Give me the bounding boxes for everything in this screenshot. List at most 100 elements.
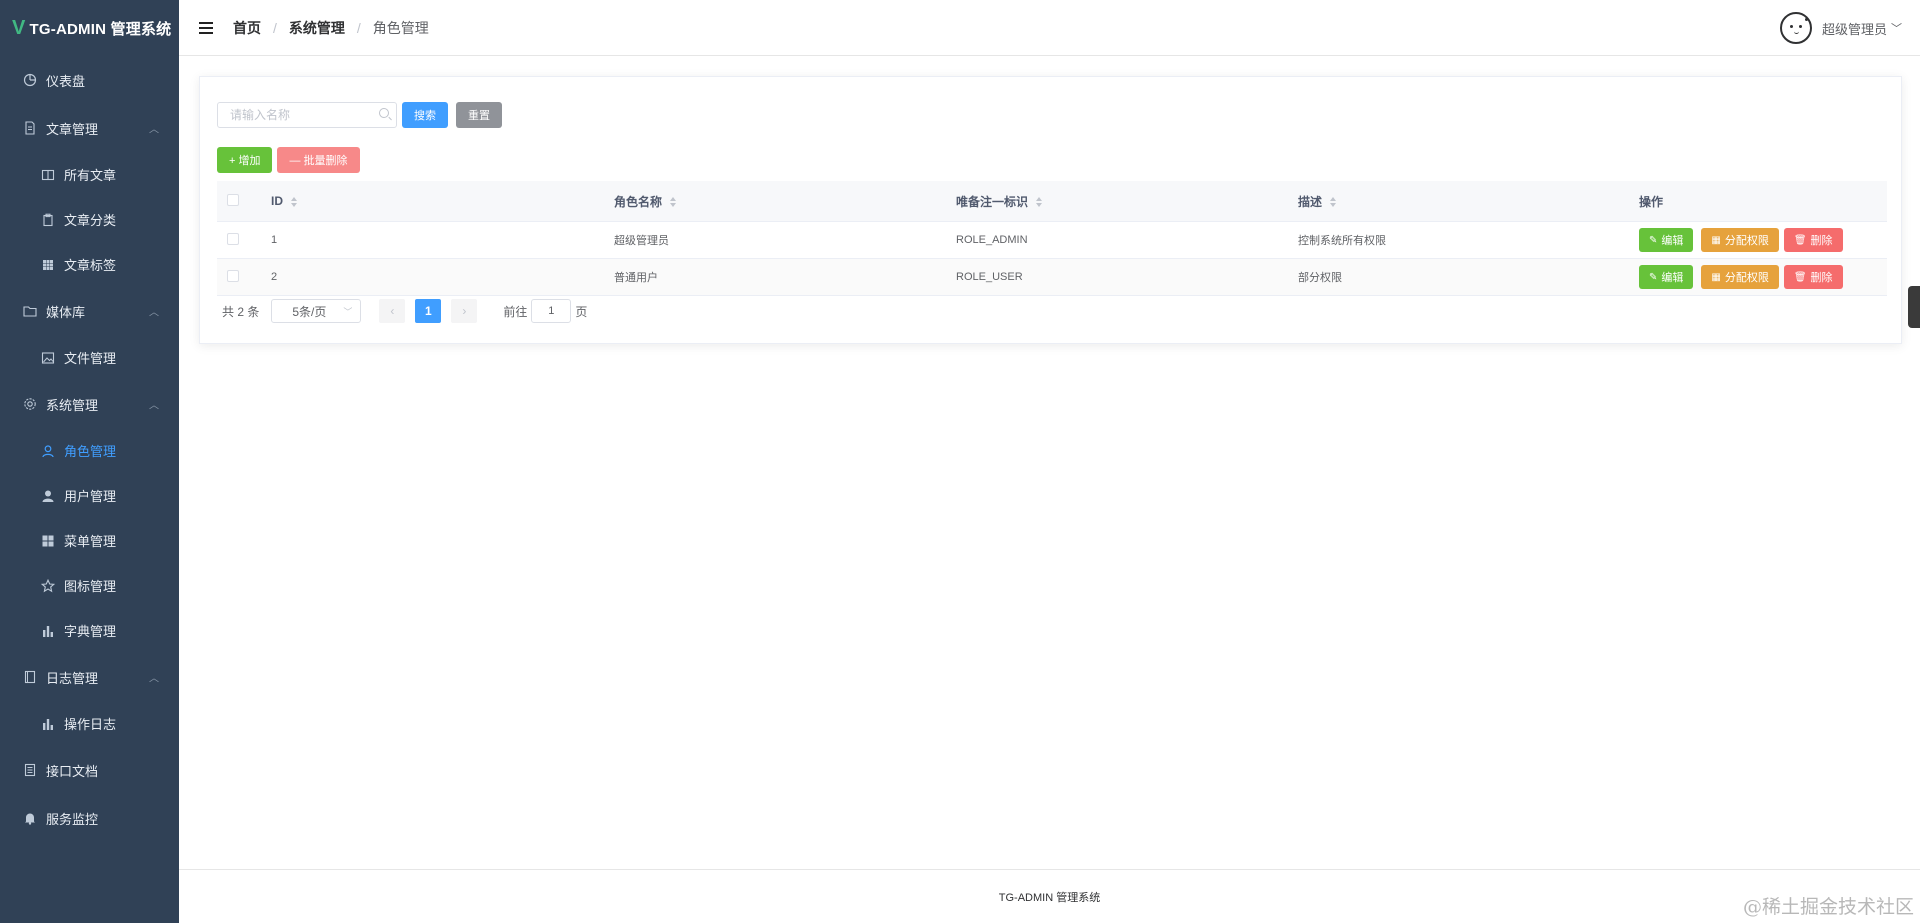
sidebar-item-label: 角色管理: [64, 444, 117, 459]
sidebar-item-label: 仪表盘: [46, 73, 86, 89]
clipboard-icon: [40, 212, 56, 228]
edit-button[interactable]: ✎ 编辑: [1639, 228, 1694, 252]
delete-button[interactable]: 🗑 删除: [1783, 228, 1843, 252]
sidebar-item-dictionary[interactable]: 字典管理: [0, 608, 179, 653]
sidebar: V TG-ADMIN 管理系统 仪表盘 文章管理 ︿ 所有文章 文章分类 文章标…: [0, 0, 179, 923]
chevron-down-icon: ﹀: [343, 307, 353, 317]
next-page-button[interactable]: ›: [451, 299, 478, 323]
sidebar-item-label: 菜单管理: [64, 534, 117, 549]
footer: TG-ADMIN 管理系统: [179, 869, 1920, 923]
sort-icon[interactable]: [1036, 197, 1043, 208]
action-bar: + 增加 — 批量删除: [217, 147, 360, 173]
sidebar-item-files[interactable]: 文件管理: [0, 335, 179, 380]
sidebar-item-logs[interactable]: 日志管理 ︿: [0, 653, 179, 701]
breadcrumb-system[interactable]: 系统管理: [289, 18, 345, 38]
sidebar-item-label: 文章分类: [64, 213, 117, 228]
sidebar-item-label: 操作日志: [64, 717, 117, 732]
folder-icon: [22, 303, 38, 319]
goto-page-input[interactable]: [531, 299, 572, 323]
sidebar-item-label: 媒体库: [46, 304, 86, 320]
dashboard-icon: [22, 72, 38, 88]
assign-permission-button[interactable]: ▦ 分配权限: [1701, 265, 1779, 289]
app-title: TG-ADMIN 管理系统: [29, 20, 172, 38]
breadcrumb-home[interactable]: 首页: [233, 18, 261, 38]
goto-suffix: 页: [575, 304, 588, 319]
edit-button[interactable]: ✎ 编辑: [1639, 265, 1694, 289]
hamburger-icon[interactable]: [199, 21, 213, 34]
chevron-up-icon: ︿: [149, 307, 159, 319]
chevron-up-icon: ︿: [149, 124, 159, 136]
column-header-ops: 操作: [1639, 194, 1664, 209]
sidebar-item-monitor[interactable]: 服务监控: [0, 794, 179, 842]
trash-icon: 🗑: [1793, 234, 1807, 246]
footer-text: TG-ADMIN 管理系统: [998, 891, 1101, 904]
cell-ops: ✎ 编辑 ▦ 分配权限 🗑 删除: [1639, 265, 1887, 289]
page-number-button[interactable]: 1: [415, 299, 442, 323]
sidebar-item-label: 用户管理: [64, 489, 117, 504]
sidebar-item-label: 所有文章: [64, 168, 117, 183]
search-button[interactable]: 搜索: [402, 102, 448, 128]
edit-icon: ✎: [1649, 234, 1658, 246]
menu-icon: ▦: [1711, 234, 1721, 246]
sidebar-item-media[interactable]: 媒体库 ︿: [0, 287, 179, 335]
avatar[interactable]: [1779, 12, 1812, 44]
bar-chart-icon: [40, 716, 56, 732]
settings-drawer-handle[interactable]: [1908, 286, 1920, 328]
batch-delete-button[interactable]: — 批量删除: [277, 147, 360, 173]
column-header-id[interactable]: ID: [271, 194, 614, 208]
search-input[interactable]: [217, 102, 397, 128]
reset-button[interactable]: 重置: [456, 102, 502, 128]
pagination: 共 2 条 5条/页 ﹀ ‹ 1 › 前往 页: [222, 299, 587, 323]
row-checkbox[interactable]: [227, 232, 239, 245]
cell-desc: 部分权限: [1298, 272, 1342, 284]
sort-icon[interactable]: [670, 197, 677, 208]
sidebar-item-menus[interactable]: 菜单管理: [0, 518, 179, 563]
notebook-icon: [22, 669, 38, 685]
column-header-name[interactable]: 角色名称: [614, 193, 956, 210]
add-button[interactable]: + 增加: [217, 147, 273, 173]
sidebar-item-label: 系统管理: [46, 397, 99, 413]
cell-code: ROLE_USER: [956, 271, 1023, 283]
delete-button[interactable]: 🗑 删除: [1783, 265, 1843, 289]
cell-ops: ✎ 编辑 ▦ 分配权限 🗑 删除: [1639, 228, 1887, 252]
menu-icon: [40, 533, 56, 549]
menu-icon: ▦: [1711, 271, 1721, 283]
sort-icon[interactable]: [291, 196, 298, 207]
chevron-down-icon[interactable]: ﹀: [1891, 20, 1902, 36]
sidebar-item-articles[interactable]: 文章管理 ︿: [0, 104, 179, 152]
top-header: 首页 / 系统管理 / 角色管理 超级管理员 ﹀: [179, 0, 1920, 56]
sidebar-item-operation-logs[interactable]: 操作日志: [0, 701, 179, 746]
sidebar-item-all-articles[interactable]: 所有文章: [0, 152, 179, 197]
select-all-checkbox[interactable]: [227, 193, 239, 206]
edit-icon: ✎: [1649, 271, 1658, 283]
content-card: 搜索 重置 + 增加 — 批量删除 ID 角色名称 唯备注一标识 描述: [199, 76, 1902, 344]
bell-icon: [22, 810, 38, 826]
page-size-select[interactable]: 5条/页 ﹀: [271, 299, 362, 323]
user-menu[interactable]: 超级管理员 ﹀: [1779, 12, 1902, 44]
sidebar-item-roles[interactable]: 角色管理: [0, 428, 179, 473]
column-header-code[interactable]: 唯备注一标识: [956, 193, 1298, 210]
sidebar-item-icons[interactable]: 图标管理: [0, 563, 179, 608]
sidebar-item-system[interactable]: 系统管理 ︿: [0, 380, 179, 428]
sidebar-item-api-docs[interactable]: 接口文档: [0, 746, 179, 794]
grid-icon: [40, 257, 56, 273]
sidebar-item-article-tags[interactable]: 文章标签: [0, 242, 179, 287]
sidebar-item-users[interactable]: 用户管理: [0, 473, 179, 518]
app-logo[interactable]: V TG-ADMIN 管理系统: [0, 0, 179, 56]
column-header-desc[interactable]: 描述: [1298, 193, 1639, 210]
cell-name: 普通用户: [614, 272, 658, 284]
user-name[interactable]: 超级管理员: [1822, 19, 1887, 38]
breadcrumb-separator: /: [273, 19, 277, 36]
settings-icon: [22, 396, 38, 412]
assign-permission-button[interactable]: ▦ 分配权限: [1701, 228, 1779, 252]
sidebar-item-label: 服务监控: [46, 811, 99, 827]
goto-prefix: 前往: [503, 304, 528, 319]
chevron-up-icon: ︿: [149, 400, 159, 412]
row-checkbox[interactable]: [227, 269, 239, 282]
sidebar-item-dashboard[interactable]: 仪表盘: [0, 56, 179, 104]
star-icon: [40, 578, 56, 594]
sidebar-item-article-categories[interactable]: 文章分类: [0, 197, 179, 242]
sort-icon[interactable]: [1330, 197, 1337, 208]
user-icon: [40, 443, 56, 459]
prev-page-button[interactable]: ‹: [379, 299, 406, 323]
